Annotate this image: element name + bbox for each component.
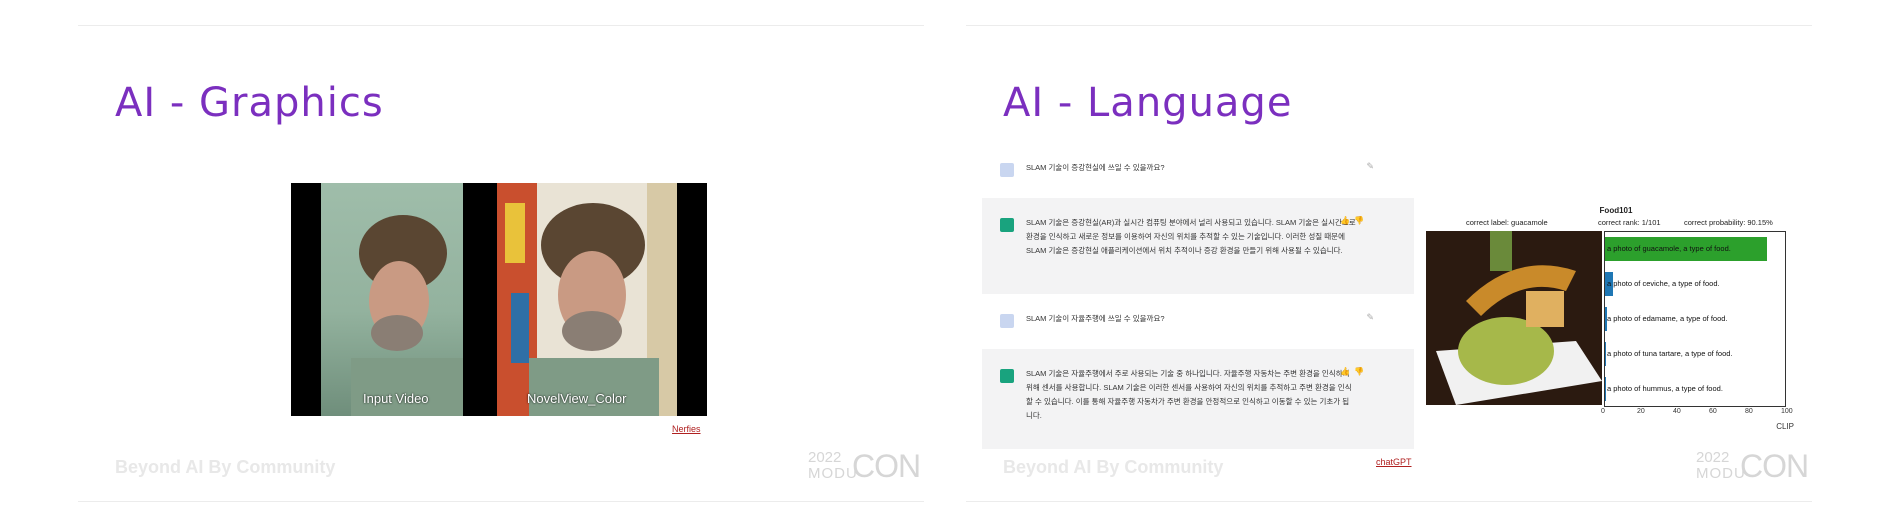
novel-view-frame: NovelView_Color bbox=[497, 183, 677, 416]
source-credit-link[interactable]: Nerfies bbox=[672, 424, 701, 434]
slide-title: AI - Language bbox=[1003, 80, 1293, 126]
assistant-avatar bbox=[1000, 369, 1014, 383]
correct-label-text: correct label: guacamole bbox=[1466, 218, 1548, 227]
x-tick-40: 40 bbox=[1673, 408, 1681, 415]
feedback-icons[interactable]: 👍👎 bbox=[1340, 367, 1368, 376]
food-image bbox=[1426, 231, 1602, 405]
footer-tagline: Beyond AI By Community bbox=[1003, 457, 1224, 477]
user-avatar bbox=[1000, 314, 1014, 328]
chat-transcript: SLAM 기술이 증강현실에 쓰일 수 있을까요? ✎ SLAM 기술은 증강현… bbox=[982, 153, 1414, 449]
correct-rank-text: correct rank: 1/101 bbox=[1598, 218, 1661, 227]
edit-icon[interactable]: ✎ bbox=[1366, 161, 1374, 172]
footer-tagline: Beyond AI By Community bbox=[115, 457, 336, 477]
source-credit-link[interactable]: chatGPT bbox=[1376, 457, 1412, 467]
x-tick-80: 80 bbox=[1745, 408, 1753, 415]
feedback-icons[interactable]: 👍👎 bbox=[1340, 216, 1368, 225]
slide-title: AI - Graphics bbox=[115, 80, 384, 126]
top-divider bbox=[78, 25, 924, 26]
chat-message-assistant: SLAM 기술은 증강현실(AR)과 실시간 컴퓨팅 분야에서 널리 사용되고 … bbox=[982, 198, 1414, 294]
chart-title: Food101 bbox=[1599, 206, 1633, 215]
bar-label-3: a photo of tuna tartare, a type of food. bbox=[1607, 348, 1733, 358]
bar-label-4: a photo of hummus, a type of food. bbox=[1607, 383, 1723, 393]
x-axis-label: CLIP bbox=[1776, 422, 1794, 431]
portrait-image bbox=[497, 183, 677, 416]
bottom-divider bbox=[78, 501, 924, 502]
portrait-image bbox=[351, 215, 463, 416]
slide-ai-graphics: AI - Graphics Input Video NovelView_Colo… bbox=[78, 0, 924, 530]
input-video-label: Input Video bbox=[363, 391, 429, 406]
x-tick-0: 0 bbox=[1601, 408, 1605, 415]
bar-label-1: a photo of ceviche, a type of food. bbox=[1607, 279, 1720, 289]
bottom-divider bbox=[966, 501, 1812, 502]
assistant-avatar bbox=[1000, 218, 1014, 232]
bar-4 bbox=[1605, 376, 1606, 401]
video-comparison: Input Video NovelView_Color bbox=[291, 183, 707, 416]
x-tick-60: 60 bbox=[1709, 408, 1717, 415]
bar-label-2: a photo of edamame, a type of food. bbox=[1607, 314, 1728, 323]
slide-ai-language: AI - Language SLAM 기술이 증강현실에 쓰일 수 있을까요? … bbox=[966, 0, 1812, 530]
input-video-frame: Input Video bbox=[321, 183, 463, 416]
clip-food101-chart: Food101 correct label: guacamole correct… bbox=[1426, 198, 1812, 438]
edit-icon[interactable]: ✎ bbox=[1366, 312, 1374, 323]
top-divider bbox=[966, 25, 1812, 26]
chat-message-user: SLAM 기술이 자율주행에 쓰일 수 있을까요? ✎ bbox=[982, 294, 1414, 349]
moducon-logo: 2022 MODU CON bbox=[1696, 448, 1809, 484]
user-avatar bbox=[1000, 163, 1014, 177]
x-tick-20: 20 bbox=[1637, 408, 1645, 415]
novel-view-label: NovelView_Color bbox=[527, 391, 627, 406]
moducon-logo: 2022 MODU CON bbox=[808, 448, 921, 484]
correct-probability-text: correct probability: 90.15% bbox=[1684, 218, 1773, 227]
chat-message-user: SLAM 기술이 증강현실에 쓰일 수 있을까요? ✎ bbox=[982, 153, 1414, 198]
bar-label-0: a photo of guacamole, a type of food. bbox=[1607, 244, 1731, 254]
bar-plot-area: a photo of guacamole, a type of food. a p… bbox=[1604, 231, 1786, 407]
x-tick-100: 100 bbox=[1781, 408, 1793, 415]
chat-message-assistant: SLAM 기술은 자율주행에서 주로 사용되는 기술 중 하나입니다. 자율주행… bbox=[982, 349, 1414, 449]
